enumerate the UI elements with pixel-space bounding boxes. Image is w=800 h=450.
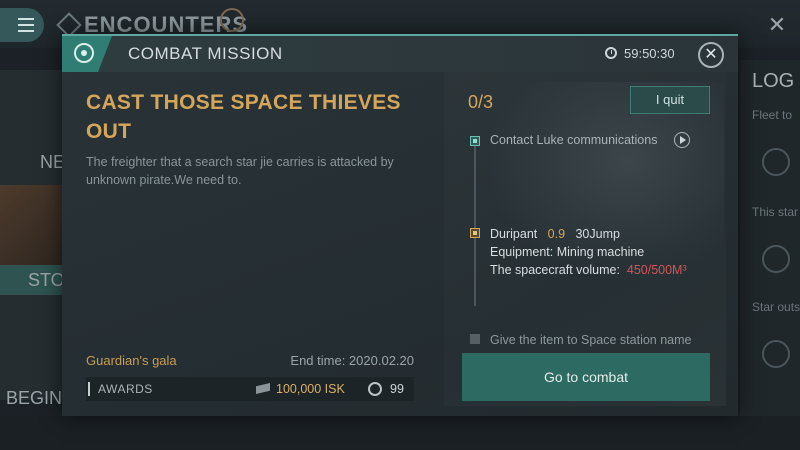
mission-icon-box [62,36,112,72]
background-log-item: Fleet to [752,108,793,122]
end-time: End time: 2020.02.20 [290,353,414,368]
background-log-icon[interactable] [762,245,790,273]
close-button[interactable]: ✕ [698,42,724,68]
awards-label: AWARDS [98,382,153,396]
combat-mission-dialog: COMBAT MISSION 59:50:30 ✕ CAST THOSE SPA… [62,34,738,416]
mission-title: CAST THOSE SPACE THIEVES OUT [86,91,401,143]
step-3-label: Give the item to Space station name [490,333,692,347]
background-bottom-bar [0,416,800,450]
background-log-item: Star outs [752,300,800,314]
isk-icon [256,383,270,394]
step-1-label: Contact Luke communications [490,133,658,147]
step-node-done [470,136,480,146]
step-node-active [470,228,480,238]
quit-button[interactable]: I quit [630,86,710,114]
coin-reward: 99 [390,382,404,396]
mission-progress: 0/3 [468,92,494,112]
coin-icon [368,382,382,396]
menu-icon [18,18,34,20]
go-to-combat-button[interactable]: Go to combat [462,353,710,401]
encounters-badge-icon [220,8,244,32]
steps-track [474,146,476,306]
close-icon: ✕ [704,46,718,63]
volume-line: The spacecraft volume: 450/500M³ [490,261,687,279]
awards-bar: AWARDS 100,000 ISK 99 [86,377,414,401]
isk-reward: 100,000 ISK [276,382,345,396]
security-rating: 0.9 [547,227,566,241]
equipment-line: Equipment: Mining machine [490,245,645,259]
volume-value: 450/500M³ [626,263,687,277]
mission-steps-panel: 0/3 I quit Contact Luke communications D… [444,72,726,406]
background-close-icon[interactable]: ✕ [762,10,792,40]
mission-timer: 59:50:30 [624,46,675,61]
step-2-line-1: Duripant 0.9 30Jump [490,225,687,243]
dialog-title: COMBAT MISSION [128,44,283,63]
jump-count: 30Jump [575,227,620,241]
background-left-image [0,185,62,265]
clock-icon [605,47,617,59]
background-left-text-2: STO [28,270,65,290]
volume-label: The spacecraft volume: [490,263,620,277]
mission-icon [74,43,94,63]
step-2-details: Duripant 0.9 30Jump Equipment: Mining ma… [490,225,687,279]
background-log-icon[interactable] [762,340,790,368]
background-log-icon[interactable] [762,148,790,176]
play-icon[interactable] [674,132,690,148]
dialog-header: COMBAT MISSION 59:50:30 ✕ [62,36,738,72]
background-log-item: This star [752,205,799,219]
background-log-title: LOG [752,70,795,92]
mission-description: The freighter that a search star jie car… [86,155,394,187]
menu-button[interactable] [0,8,44,42]
target-name: Duripant [490,227,538,241]
step-node-todo [470,334,480,344]
event-name: Guardian's gala [86,353,177,368]
